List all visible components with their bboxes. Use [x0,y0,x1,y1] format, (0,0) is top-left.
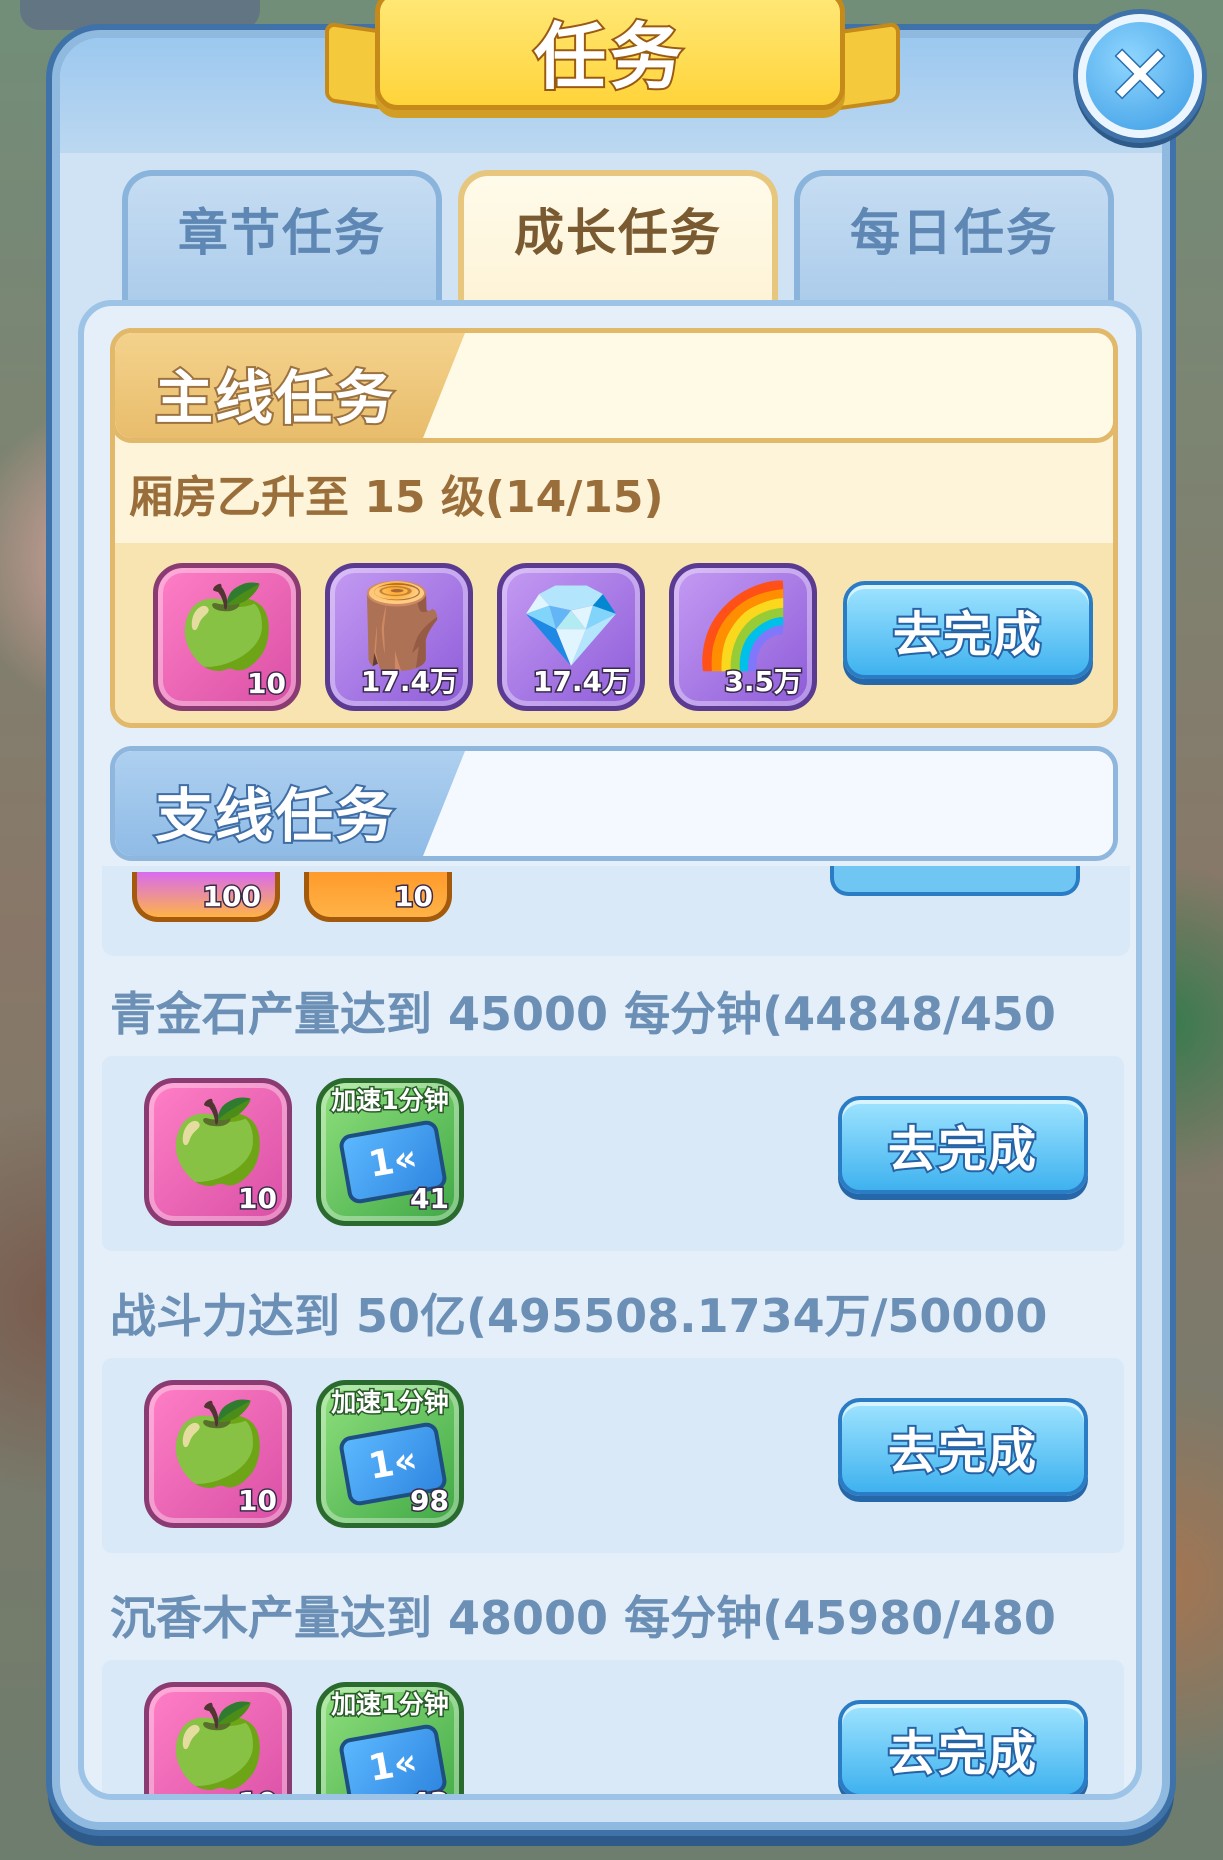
go-complete-button[interactable]: 去完成 [843,581,1093,679]
tab-growth-tasks[interactable]: 成长任务 [458,170,778,310]
rainbow-apple-icon[interactable]: 🍏 10 [144,1682,292,1795]
ticket-label: 加速1分钟 [330,1085,450,1117]
ticket-label: 加速1分钟 [330,1387,450,1419]
task-row: 战斗力达到 50亿(495508.1734万/50000 🍏 10 加速1分钟 … [90,1268,1130,1558]
dialog-title: 任务 [532,13,686,101]
title-banner: 任务 [375,0,845,110]
speedup-ticket-icon[interactable]: 加速1分钟 1« 43 [316,1682,464,1795]
reward-qty: 10 [237,1483,279,1519]
rainbow-tile-icon[interactable]: 🌈 3.5万 [669,563,817,711]
go-complete-button[interactable]: 去完成 [838,1700,1088,1794]
close-button[interactable]: ✕ [1078,14,1202,138]
close-icon: ✕ [1105,29,1175,122]
task-list[interactable]: 厢房乙升至 15 级(14/15) 🍏 10 🪵 17.4万 💎 17.4万 🌈… [78,300,1142,1800]
go-complete-button[interactable]: 去完成 [838,1398,1088,1496]
tab-label: 章节任务 [178,204,386,262]
go-complete-button[interactable]: 去完成 [838,1096,1088,1194]
task-description: 青金石产量达到 45000 每分钟(44848/450 [110,987,1056,1041]
wood-log-icon[interactable]: 🪵 17.4万 [325,563,473,711]
task-description: 厢房乙升至 15 级(14/15) [129,472,664,523]
reward-qty: 41 [409,1181,451,1217]
reward-qty: 3.5万 [723,664,804,700]
tab-chapter-tasks[interactable]: 章节任务 [122,170,442,310]
gold-coin-icon[interactable]: 10 [304,872,452,922]
rainbow-apple-icon[interactable]: 🍏 10 [144,1380,292,1528]
rainbow-apple-icon[interactable]: 🍏 10 [153,563,301,711]
task-description: 沉香木产量达到 48000 每分钟(45980/480 [110,1591,1056,1645]
reward-qty: 10 [237,1181,279,1217]
reward-qty: 10 [237,1785,279,1795]
background-hud-tag [20,0,260,30]
tab-label: 成长任务 [514,204,722,262]
reward-qty: 17.4万 [531,664,631,700]
reward-bar: 🍏 10 加速1分钟 1« 41 去完成 [102,1056,1124,1251]
button-label: 去完成 [886,1724,1038,1784]
task-description: 战斗力达到 50亿(495508.1734万/50000 [110,1289,1048,1343]
button-label: 去完成 [891,605,1043,665]
reward-qty: 43 [409,1785,451,1795]
reward-qty: 17.4万 [359,664,459,700]
reward-qty: 10 [246,666,288,702]
speedup-ticket-icon[interactable]: 加速1分钟 1« 41 [316,1078,464,1226]
reward-bar: 🍏 10 加速1分钟 1« 43 去完成 [102,1660,1124,1795]
rainbow-apple-icon[interactable]: 🍏 10 [144,1078,292,1226]
reward-bar: 🍏 10 🪵 17.4万 💎 17.4万 🌈 3.5万 去完成 [115,543,1113,723]
ticket-label: 加速1分钟 [330,1689,450,1721]
main-section-header: 主线任务 [110,328,1118,443]
task-row: 青金石产量达到 45000 每分钟(44848/450 🍏 10 加速1分钟 1… [90,966,1130,1256]
section-title: 支线任务 [153,780,396,852]
go-complete-button[interactable] [830,866,1080,896]
reward-qty: 98 [409,1483,451,1519]
tab-label: 每日任务 [850,204,1058,262]
section-title: 主线任务 [153,362,396,434]
crystal-ore-icon[interactable]: 💎 17.4万 [497,563,645,711]
task-row: 沉香木产量达到 48000 每分钟(45980/480 🍏 10 加速1分钟 1… [90,1570,1130,1795]
speedup-ticket-icon[interactable]: 加速1分钟 1« 98 [316,1380,464,1528]
tab-daily-tasks[interactable]: 每日任务 [794,170,1114,310]
button-label: 去完成 [886,1422,1038,1482]
button-label: 去完成 [886,1120,1038,1180]
reward-bar: 🍏 10 加速1分钟 1« 98 去完成 [102,1358,1124,1553]
branch-section-header: 支线任务 [110,746,1118,861]
purple-gem-icon[interactable]: 100 [132,872,280,922]
